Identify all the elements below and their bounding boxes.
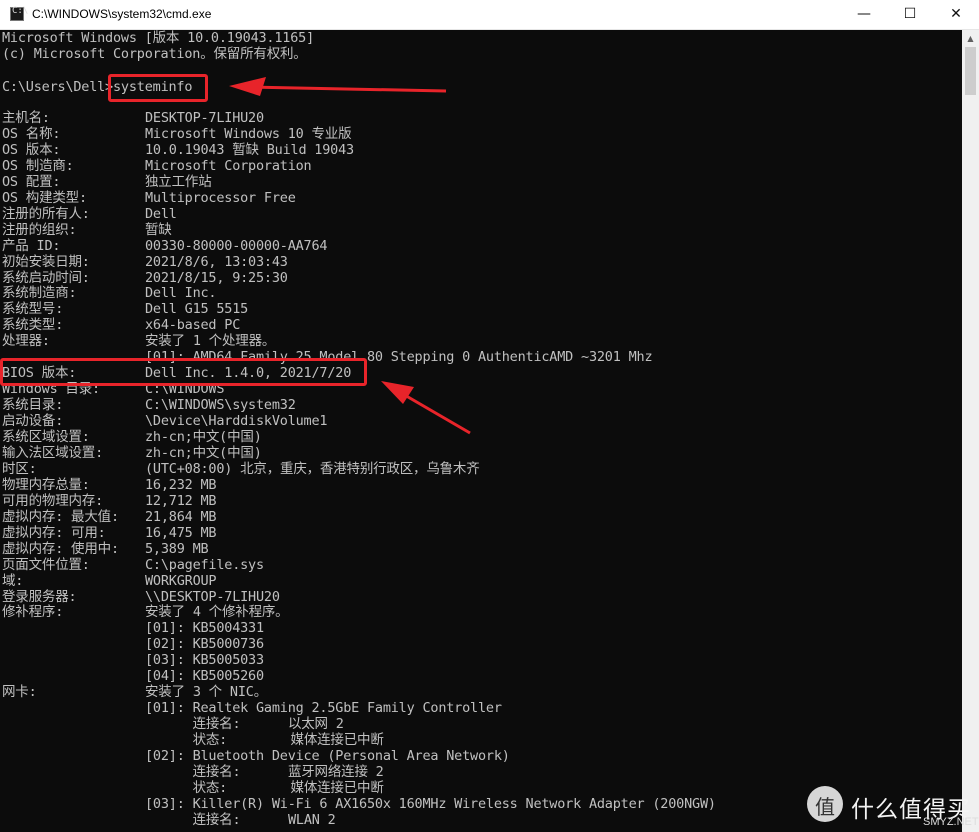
row-value: 10.0.19043 暂缺 Build 19043	[145, 141, 354, 158]
row-label: 初始安装日期:	[2, 253, 90, 270]
row-value: zh-cn;中文(中国)	[145, 444, 262, 461]
row-value: Dell G15 5515	[145, 301, 249, 318]
row-label: 启动设备:	[2, 413, 64, 430]
row-label: 系统启动时间:	[2, 269, 90, 286]
watermark-logo: 值 什么值得买 SMYZ.NET	[805, 784, 979, 828]
row-label: 网卡:	[2, 684, 37, 701]
row-label: 注册的所有人:	[2, 205, 90, 222]
row-value: \\DESKTOP-7LIHU20	[145, 588, 280, 605]
row-value: [03]: KB5005033	[145, 652, 264, 669]
console-output[interactable]: Microsoft Windows [版本 10.0.19043.1165] (…	[0, 30, 962, 832]
bios-highlight-box	[0, 358, 367, 386]
row-value: \Device\HarddiskVolume1	[145, 413, 328, 430]
row-label: 系统制造商:	[2, 285, 77, 302]
scroll-thumb[interactable]	[965, 47, 976, 95]
row-value: Microsoft Windows 10 专业版	[145, 125, 352, 142]
cmd-window: C:\ C:\WINDOWS\system32\cmd.exe — ☐ ✕ Mi…	[0, 0, 979, 832]
row-value: 5,389 MB	[145, 540, 209, 557]
row-label: 系统型号:	[2, 301, 64, 318]
vertical-scrollbar[interactable]: ▲	[962, 30, 979, 832]
cmd-icon: C:\	[10, 6, 28, 21]
row-value: [03]: Killer(R) Wi-Fi 6 AX1650x 160MHz W…	[145, 795, 716, 812]
console-header-line: Microsoft Windows [版本 10.0.19043.1165]	[2, 30, 314, 46]
row-label: 输入法区域设置:	[2, 444, 104, 461]
scroll-up-arrow-icon[interactable]: ▲	[962, 30, 979, 47]
row-value: 暂缺	[145, 221, 172, 238]
row-value: Dell	[145, 205, 177, 222]
close-button[interactable]: ✕	[933, 0, 979, 29]
maximize-button[interactable]: ☐	[887, 0, 933, 29]
row-value: 连接名: 以太网 2	[145, 716, 344, 733]
row-label: OS 名称:	[2, 125, 61, 142]
row-value: 安装了 4 个修补程序。	[145, 604, 289, 621]
row-value: DESKTOP-7LIHU20	[145, 110, 264, 126]
row-label: 系统目录:	[2, 397, 64, 414]
row-value: 16,232 MB	[145, 476, 217, 493]
row-label: OS 版本:	[2, 141, 61, 158]
row-label: 处理器:	[2, 333, 50, 350]
row-value: 12,712 MB	[145, 492, 217, 509]
console-header-line: (c) Microsoft Corporation。保留所有权利。	[2, 46, 307, 62]
row-value: 独立工作站	[145, 173, 212, 190]
row-value: [01]: Realtek Gaming 2.5GbE Family Contr…	[145, 700, 502, 717]
row-value: Multiprocessor Free	[145, 189, 296, 206]
row-label: 页面文件位置:	[2, 556, 90, 573]
row-value: 00330-80000-00000-AA764	[145, 237, 328, 254]
title-bar[interactable]: C:\ C:\WINDOWS\system32\cmd.exe — ☐ ✕	[0, 0, 979, 30]
row-value: 安装了 3 个 NIC。	[145, 684, 267, 701]
minimize-button[interactable]: —	[841, 0, 887, 29]
row-value: 连接名: 蓝牙网络连接 2	[145, 763, 384, 780]
row-value: Microsoft Corporation	[145, 157, 312, 174]
command-highlight-box	[108, 74, 208, 102]
row-value: 21,864 MB	[145, 508, 217, 525]
row-label: 系统类型:	[2, 317, 64, 334]
row-value: Dell Inc.	[145, 285, 217, 302]
row-value: 2021/8/6, 13:03:43	[145, 253, 288, 270]
prompt: C:\Users\Dell>	[2, 79, 113, 95]
row-label: 可用的物理内存:	[2, 492, 104, 509]
row-value: (UTC+08:00) 北京，重庆，香港特别行政区，乌鲁木齐	[145, 460, 480, 477]
row-value: 连接名: WLAN 2	[145, 811, 336, 828]
row-value: [01]: KB5004331	[145, 620, 264, 637]
row-value: C:\WINDOWS\system32	[145, 397, 296, 414]
row-value: 状态: 媒体连接已中断	[145, 779, 384, 796]
watermark-glyph: 值	[815, 795, 835, 819]
row-value: C:\pagefile.sys	[145, 556, 264, 573]
row-label: 修补程序:	[2, 604, 64, 621]
row-value: [04]: KB5005260	[145, 668, 264, 685]
row-label: 物理内存总量:	[2, 476, 90, 493]
row-label: 系统区域设置:	[2, 429, 90, 445]
row-value: 安装了 1 个处理器。	[145, 333, 276, 350]
row-label: 注册的组织:	[2, 221, 77, 238]
row-label: 虚拟内存: 使用中:	[2, 540, 119, 557]
window-title: C:\WINDOWS\system32\cmd.exe	[32, 7, 212, 21]
row-label: 主机名:	[2, 110, 50, 126]
watermark-sub: SMYZ.NET	[923, 816, 979, 828]
row-value: [02]: Bluetooth Device (Personal Area Ne…	[145, 748, 510, 764]
row-value: WORKGROUP	[145, 572, 217, 589]
row-value: x64-based PC	[145, 317, 241, 334]
row-label: OS 构建类型:	[2, 189, 87, 206]
row-label: 虚拟内存: 最大值:	[2, 508, 119, 525]
row-label: 时区:	[2, 460, 37, 477]
row-label: 虚拟内存: 可用:	[2, 524, 106, 541]
row-value: [02]: KB5000736	[145, 636, 264, 653]
row-label: OS 配置:	[2, 173, 61, 190]
row-label: 域:	[2, 572, 24, 589]
row-value: zh-cn;中文(中国)	[145, 429, 262, 445]
row-label: 产品 ID:	[2, 237, 61, 254]
row-value: 状态: 媒体连接已中断	[145, 732, 384, 749]
row-label: OS 制造商:	[2, 157, 74, 174]
row-value: 16,475 MB	[145, 524, 217, 541]
row-label: 登录服务器:	[2, 588, 77, 605]
row-value: 2021/8/15, 9:25:30	[145, 269, 288, 286]
